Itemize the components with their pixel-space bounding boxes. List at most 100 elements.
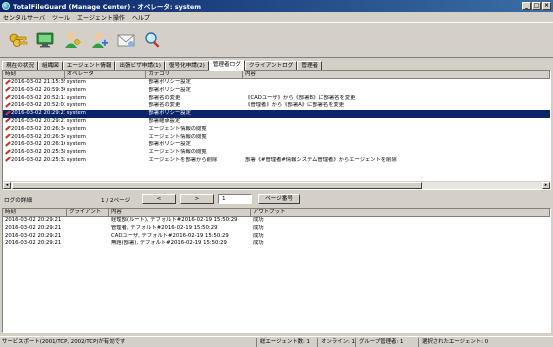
user-add-button[interactable] xyxy=(87,28,111,54)
menu-agent-ops[interactable]: エージェント操作 xyxy=(77,13,125,22)
cell-time-text: 2016-03-02 20:29:21 xyxy=(11,110,65,117)
cell-time-text: 2016-03-02 20:59:36 xyxy=(11,86,65,93)
maximize-button[interactable]: □ xyxy=(532,2,541,10)
user-key-button[interactable] xyxy=(60,28,84,54)
admin-log-table: 時刻 オペレータ カテゴリ 内容 2016-03-02 21:15:39 syst… xyxy=(2,70,551,190)
table-row[interactable]: 2016-03-02 20:29:21 管理者, デフォルト#2016-02-19… xyxy=(3,225,550,233)
cell-content: 経理部(ルート), デフォルト#2016-02-19 15:50:29 xyxy=(111,217,238,223)
table-row[interactable]: 2016-03-02 20:25:32 system エージェントを部署から削除 部署… xyxy=(3,157,550,165)
minimize-button[interactable]: _ xyxy=(522,2,531,10)
page-info: 1 / 2ページ xyxy=(101,198,131,204)
magnifier-icon xyxy=(145,32,160,48)
cell-cat: エージェント情報の閲覧 xyxy=(148,149,207,156)
cell-time: 2016-03-02 20:29:21 xyxy=(5,232,62,239)
scroll-right-arrow[interactable]: ▸ xyxy=(542,182,550,189)
menu-bar: センタルサーバ ツール エージェント操作 ヘルプ xyxy=(0,12,553,22)
col-operator[interactable]: オペレータ xyxy=(65,71,147,78)
admin-log-hscroll[interactable]: ◂ ▸ xyxy=(3,181,550,189)
scroll-left-arrow[interactable]: ◂ xyxy=(3,182,11,189)
pencil-icon xyxy=(5,111,10,115)
pencil-icon xyxy=(5,142,10,146)
page-number-input[interactable]: 1 xyxy=(218,194,252,204)
cell-time: 2016-03-02 20:26:16 xyxy=(3,141,65,149)
col-detail-time[interactable]: 時刻 xyxy=(3,209,67,216)
status-agents: 総エージェント数: 1 xyxy=(256,338,310,347)
table-row[interactable]: 2016-03-02 20:29:21 経理部(ルート), デフォルト#2016-… xyxy=(3,217,550,225)
col-detail-content[interactable]: 内容 xyxy=(109,209,251,216)
cell-client xyxy=(67,225,109,233)
cell-output: 成功 xyxy=(253,224,264,231)
table-row[interactable]: 2016-03-02 21:15:39 system 部署ポリシー設定 xyxy=(3,79,550,87)
table-row[interactable]: 2016-03-02 20:26:16 system 部署ポリシー設定 xyxy=(3,141,550,149)
cell-time-text: 2016-03-02 21:15:39 xyxy=(11,79,65,85)
log-detail-label: ログの詳細 xyxy=(4,198,32,204)
col-category[interactable]: カテゴリ xyxy=(146,71,244,78)
cell-content: 《管理者》から《部署A》に部署名を変更 xyxy=(245,102,345,109)
status-bar: サービスポート(2001/TCP, 2002/TCP)が有効です 総エージェント… xyxy=(0,336,553,347)
keys-button[interactable] xyxy=(6,28,30,54)
cell-cat: 部署ポリシー設定 xyxy=(148,110,191,117)
cell-op: system xyxy=(66,110,86,117)
next-page-button[interactable]: > xyxy=(180,194,214,204)
table-row[interactable]: 2016-03-02 20:52:11 system 部署名の変更 《CADユーザ》か… xyxy=(3,95,550,103)
table-row[interactable]: 2016-03-02 20:26:34 system エージェント情報の閲覧 xyxy=(3,126,550,134)
table-row[interactable]: 2016-03-02 20:26:34 system エージェント情報の閲覧 xyxy=(3,134,550,142)
admin-log-header: 時刻 オペレータ カテゴリ 内容 xyxy=(3,71,550,79)
col-time[interactable]: 時刻 xyxy=(3,71,65,78)
cell-cat: 部署名の変更 xyxy=(148,94,181,101)
table-row[interactable]: 2016-03-02 20:29:21 system 部署継承設定 xyxy=(3,118,550,126)
table-row[interactable]: 2016-03-02 20:29:21 CADユーザ, デフォルト#2016-02… xyxy=(3,233,550,241)
cell-cat: 部署名の変更 xyxy=(148,102,181,109)
cell-content: 《CADユーザ》から《部署B》に部署名を変更 xyxy=(245,94,356,101)
scroll-thumb[interactable] xyxy=(12,182,422,189)
goto-page-button[interactable]: ページ番号 xyxy=(258,194,300,204)
prev-page-button[interactable]: < xyxy=(142,194,176,204)
menu-central-server[interactable]: センタルサーバ xyxy=(3,13,45,22)
toolbar xyxy=(0,22,553,58)
menu-tools[interactable]: ツール xyxy=(52,13,70,22)
table-row[interactable]: 2016-03-02 20:59:36 system 部署ポリシー設定 xyxy=(3,87,550,95)
cell-content xyxy=(243,126,550,134)
cell-output: 成功 xyxy=(253,217,264,223)
pencil-icon xyxy=(5,103,10,107)
cell-time-text: 2016-03-02 20:52:11 xyxy=(11,94,65,101)
cell-time: 2016-03-02 20:59:36 xyxy=(3,87,65,95)
table-row[interactable]: 2016-03-02 20:52:01 system 部署名の変更 《管理者》から《部… xyxy=(3,102,550,110)
col-client[interactable]: クライアント xyxy=(67,209,109,216)
cell-op: system xyxy=(66,102,86,109)
title-bar: TotalFileGuard (Manage Center) - オペレータ: … xyxy=(0,0,553,12)
close-button[interactable]: × xyxy=(542,2,551,10)
cell-content: 管理者, デフォルト#2016-02-19 15:50:29 xyxy=(111,224,218,231)
mail-icon xyxy=(117,34,135,47)
magnifier-button[interactable] xyxy=(141,28,165,54)
cell-cat: 部署ポリシー設定 xyxy=(148,86,191,93)
cell-content: CADユーザ, デフォルト#2016-02-19 15:50:29 xyxy=(111,232,229,239)
cell-content: 部署《#管理者#情報システム管理者》からエージェントを削除 xyxy=(245,156,397,163)
cell-time: 2016-03-02 20:26:34 xyxy=(3,134,65,142)
cell-output: 成功 xyxy=(253,240,264,247)
table-row[interactable]: 2016-03-02 20:25:38 system エージェント情報の閲覧 xyxy=(3,149,550,157)
cell-time: 2016-03-02 20:29:21 xyxy=(5,240,62,247)
cell-time-text: 2016-03-02 20:29:21 xyxy=(11,117,65,124)
monitor-button[interactable] xyxy=(33,28,57,54)
tab-admin-log[interactable]: 管理者ログ xyxy=(208,60,245,71)
table-row[interactable]: 2016-03-02 20:29:21 無題(部署), デフォルト#2016-02… xyxy=(3,240,550,248)
table-row[interactable]: 2016-03-02 20:29:21 system 部署ポリシー設定 xyxy=(3,110,550,118)
menu-help[interactable]: ヘルプ xyxy=(132,13,150,22)
cell-cat: 部署継承設定 xyxy=(148,117,181,124)
mail-button[interactable] xyxy=(114,28,138,54)
col-output[interactable]: アウトプット xyxy=(251,209,550,216)
cell-content xyxy=(243,118,550,126)
col-content[interactable]: 内容 xyxy=(243,71,550,78)
cell-cat: エージェントを部署から削除 xyxy=(148,156,218,163)
monitor-icon xyxy=(36,32,54,48)
cell-time: 2016-03-02 21:15:39 xyxy=(3,79,65,87)
keys-icon xyxy=(9,33,28,47)
pencil-icon xyxy=(5,150,10,154)
cell-time: 2016-03-02 20:52:11 xyxy=(3,95,65,103)
status-group-admins: グループ管理者: 1 xyxy=(355,338,403,347)
cell-cat: エージェント情報の閲覧 xyxy=(148,125,207,132)
cell-cat: 部署ポリシー設定 xyxy=(148,141,191,148)
cell-op: system xyxy=(66,117,86,124)
pencil-icon xyxy=(5,87,10,91)
